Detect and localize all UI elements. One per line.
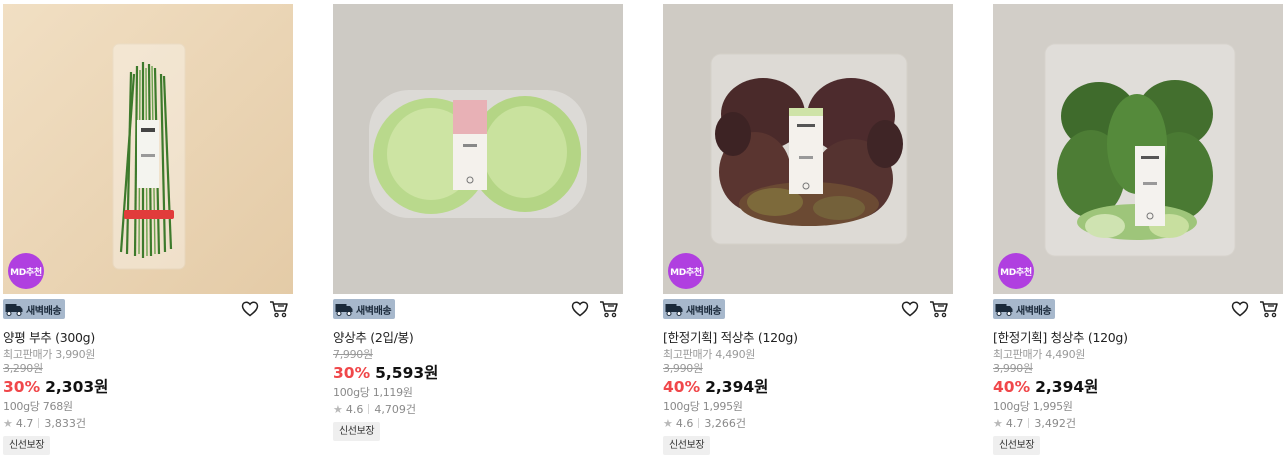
review-count: 3,266건: [704, 417, 746, 430]
sale-price: 2,394원: [705, 378, 769, 396]
product-card[interactable]: MD추천 새벽배송 [한정기획] 적상추 (120g) 최고판매가 4,490원…: [663, 4, 953, 455]
unit-price: 100g당 768원: [3, 400, 73, 413]
rating: 4.7: [15, 416, 34, 430]
original-price: 3,990원: [663, 362, 703, 375]
chives-bundle-image: [3, 4, 293, 294]
review-summary: ★ 4.6 3,266건: [663, 416, 953, 431]
review-count: 4,709건: [374, 403, 416, 416]
fresh-guarantee-tag: 신선보장: [3, 436, 51, 455]
divider: [38, 418, 40, 428]
discount-rate: 40%: [993, 378, 1031, 396]
green-lettuce-image: [993, 4, 1283, 294]
original-price: 7,990원: [333, 348, 373, 361]
delivery-label: 새벽배송: [356, 305, 392, 317]
md-recommend-badge: MD추천: [8, 253, 44, 289]
discount-rate: 40%: [663, 378, 701, 396]
truck-icon: [335, 304, 353, 316]
fresh-guarantee-tag: 신선보장: [333, 422, 381, 441]
star-icon: ★: [333, 402, 343, 416]
rating: 4.6: [675, 416, 694, 430]
star-icon: ★: [3, 416, 13, 430]
rating: 4.7: [1005, 416, 1024, 430]
cart-icon[interactable]: [1259, 300, 1279, 318]
heart-icon[interactable]: [901, 300, 919, 318]
md-recommend-badge: MD추천: [668, 253, 704, 289]
max-price: 최고판매가 4,490원: [993, 348, 1086, 361]
product-image[interactable]: MD추천: [663, 4, 953, 294]
max-price: 최고판매가 4,490원: [663, 348, 756, 361]
heart-icon[interactable]: [241, 300, 259, 318]
cart-icon[interactable]: [929, 300, 949, 318]
review-count: 3,492건: [1034, 417, 1076, 430]
fresh-guarantee-tag: 신선보장: [663, 436, 711, 455]
product-image[interactable]: [333, 4, 623, 294]
delivery-tag: 새벽배송: [333, 299, 396, 319]
product-name[interactable]: [한정기획] 적상추 (120g): [663, 327, 953, 345]
unit-price: 100g당 1,995원: [993, 400, 1073, 413]
delivery-tag: 새벽배송: [993, 299, 1056, 319]
sale-price: 2,303원: [45, 378, 109, 396]
unit-price: 100g당 1,119원: [333, 386, 413, 399]
max-price: 최고판매가 3,990원: [3, 348, 96, 361]
truck-icon: [665, 304, 683, 316]
product-card[interactable]: MD추천 새벽배송 [한정기획] 청상추 (120g) 최고판매가 4,490원…: [993, 4, 1283, 455]
product-image[interactable]: MD추천: [993, 4, 1283, 294]
cart-icon[interactable]: [599, 300, 619, 318]
discount-rate: 30%: [3, 378, 41, 396]
fresh-guarantee-tag: 신선보장: [993, 436, 1041, 455]
sale-price: 5,593원: [375, 364, 439, 382]
review-summary: ★ 4.7 3,492건: [993, 416, 1283, 431]
delivery-tag: 새벽배송: [3, 299, 66, 319]
original-price: 3,290원: [3, 362, 43, 375]
product-name[interactable]: 양평 부추 (300g): [3, 327, 293, 345]
review-summary: ★ 4.7 3,833건: [3, 416, 293, 431]
heart-icon[interactable]: [571, 300, 589, 318]
iceberg-lettuce-image: [333, 4, 623, 294]
product-image[interactable]: MD추천: [3, 4, 293, 294]
sale-price: 2,394원: [1035, 378, 1099, 396]
delivery-label: 새벽배송: [686, 305, 722, 317]
delivery-label: 새벽배송: [26, 305, 62, 317]
delivery-tag: 새벽배송: [663, 299, 726, 319]
truck-icon: [5, 304, 23, 316]
review-count: 3,833건: [44, 417, 86, 430]
red-lettuce-image: [663, 4, 953, 294]
divider: [1028, 418, 1030, 428]
divider: [698, 418, 700, 428]
star-icon: ★: [993, 416, 1003, 430]
divider: [368, 404, 370, 414]
product-name[interactable]: 양상추 (2입/봉): [333, 327, 623, 345]
rating: 4.6: [345, 402, 364, 416]
product-name[interactable]: [한정기획] 청상추 (120g): [993, 327, 1283, 345]
truck-icon: [995, 304, 1013, 316]
product-card[interactable]: 새벽배송 양상추 (2입/봉) 7,990원 30% 5,593원 100g당 …: [333, 4, 623, 441]
delivery-label: 새벽배송: [1016, 305, 1052, 317]
cart-icon[interactable]: [269, 300, 289, 318]
unit-price: 100g당 1,995원: [663, 400, 743, 413]
original-price: 3,990원: [993, 362, 1033, 375]
star-icon: ★: [663, 416, 673, 430]
review-summary: ★ 4.6 4,709건: [333, 402, 623, 417]
discount-rate: 30%: [333, 364, 371, 382]
md-recommend-badge: MD추천: [998, 253, 1034, 289]
heart-icon[interactable]: [1231, 300, 1249, 318]
product-card[interactable]: MD추천 새벽배송 양평 부추 (300g) 최고판매가 3,990원 3,29…: [3, 4, 293, 455]
